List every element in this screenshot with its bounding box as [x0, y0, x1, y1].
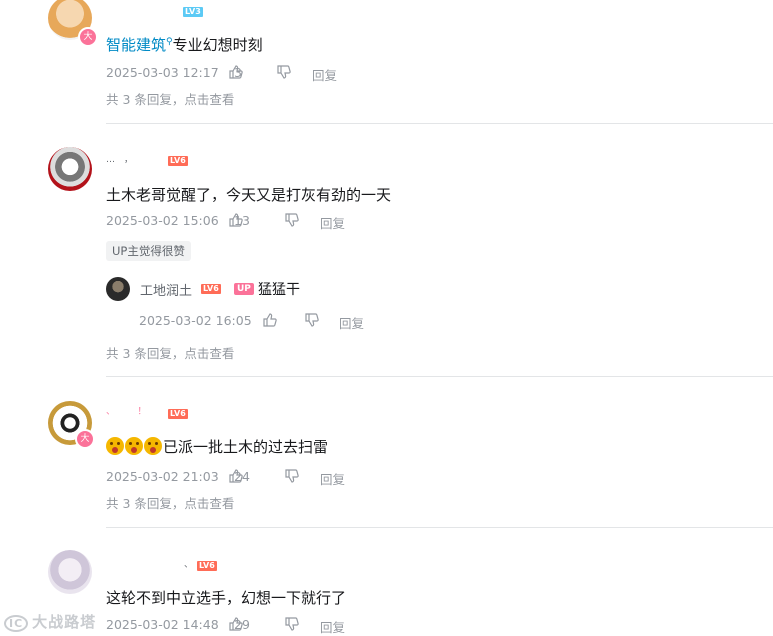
like-button[interactable]: 24 [229, 469, 250, 484]
sub-reply-username[interactable]: 工地润土 [140, 280, 192, 299]
comment-time: 2025-03-02 15:06 [106, 213, 219, 228]
divider [106, 376, 773, 377]
view-replies-link[interactable]: 共 3 条回复，点击查看 [106, 343, 234, 362]
level-badge: LV6 [197, 561, 217, 571]
comment-meta: 2025-03-03 12:17 3 回复 [106, 65, 506, 84]
level-badge: LV3 [183, 7, 203, 17]
comment-content: 这轮不到中立选手，幻想一下就行了 [106, 589, 347, 607]
search-icon[interactable]: ⚲ [166, 37, 173, 47]
comment-content: 土木老哥觉醒了，今天又是打灰有劲的一天 [106, 186, 392, 204]
thumbs-up-icon [229, 65, 243, 79]
comment-time: 2025-03-03 12:17 [106, 65, 219, 80]
like-button[interactable]: 3 [229, 65, 243, 80]
sub-reply-time: 2025-03-02 16:05 [139, 313, 252, 328]
watermark-logo-icon: IC [4, 615, 29, 632]
emoji-icon [144, 437, 162, 455]
big-member-badge: 大 [78, 27, 98, 47]
thumbs-down-icon [285, 469, 299, 483]
comment-content: 智能建筑⚲专业幻想时刻 [106, 36, 263, 54]
like-button[interactable]: 13 [229, 213, 250, 228]
comment-meta: 2025-03-02 21:03 24 回复 [106, 469, 506, 488]
avatar[interactable] [48, 147, 92, 191]
avatar[interactable] [48, 550, 92, 594]
reply-button[interactable]: 回复 [320, 213, 345, 232]
comment-meta: 2025-03-02 15:06 13 回复 [106, 213, 506, 232]
thumbs-down-icon [285, 617, 299, 631]
thumbs-down-icon [305, 313, 319, 327]
sub-reply-content: 猛猛干 [258, 282, 300, 298]
comment-meta: 2025-03-02 14:48 29 回复 [106, 617, 506, 636]
username[interactable]: 、 ！ [106, 404, 147, 417]
level-badge: LV6 [168, 409, 188, 419]
sub-reply-level-badge: LV6 [201, 284, 221, 294]
thumbs-up-icon [229, 213, 243, 227]
reply-button[interactable]: 回复 [320, 469, 345, 488]
emoji-icon [125, 437, 143, 455]
reply-button[interactable]: 回复 [320, 617, 345, 636]
sub-reply-meta: 2025-03-02 16:05 回复 [139, 313, 439, 332]
like-button[interactable]: 29 [229, 617, 250, 632]
comment-content: 已派一批土木的过去扫雷 [106, 436, 328, 457]
sub-reply-avatar[interactable] [106, 277, 130, 301]
divider [106, 123, 773, 124]
level-badge: LV6 [168, 156, 188, 166]
watermark: IC 大战路塔 [4, 611, 96, 632]
thumbs-down-icon [285, 213, 299, 227]
username[interactable]: 、 [184, 557, 193, 570]
thumbs-down-icon [277, 65, 291, 79]
view-replies-link[interactable]: 共 3 条回复，点击查看 [106, 89, 234, 108]
thumbs-up-icon [229, 469, 243, 483]
keyword-link[interactable]: 智能建筑 [106, 36, 166, 54]
view-replies-link[interactable]: 共 3 条回复，点击查看 [106, 493, 234, 512]
reply-button[interactable]: 回复 [312, 65, 337, 84]
divider [106, 527, 773, 528]
comment-time: 2025-03-02 14:48 [106, 617, 219, 632]
big-member-badge: 大 [75, 429, 95, 449]
username[interactable]: … ， [106, 152, 133, 165]
thumbs-up-icon [263, 313, 277, 327]
thumbs-up-icon [229, 617, 243, 631]
reply-button[interactable]: 回复 [339, 313, 364, 332]
up-badge: UP [234, 283, 254, 295]
emoji-icon [106, 437, 124, 455]
comment-time: 2025-03-02 21:03 [106, 469, 219, 484]
up-liked-tag: UP主觉得很赞 [106, 241, 191, 261]
